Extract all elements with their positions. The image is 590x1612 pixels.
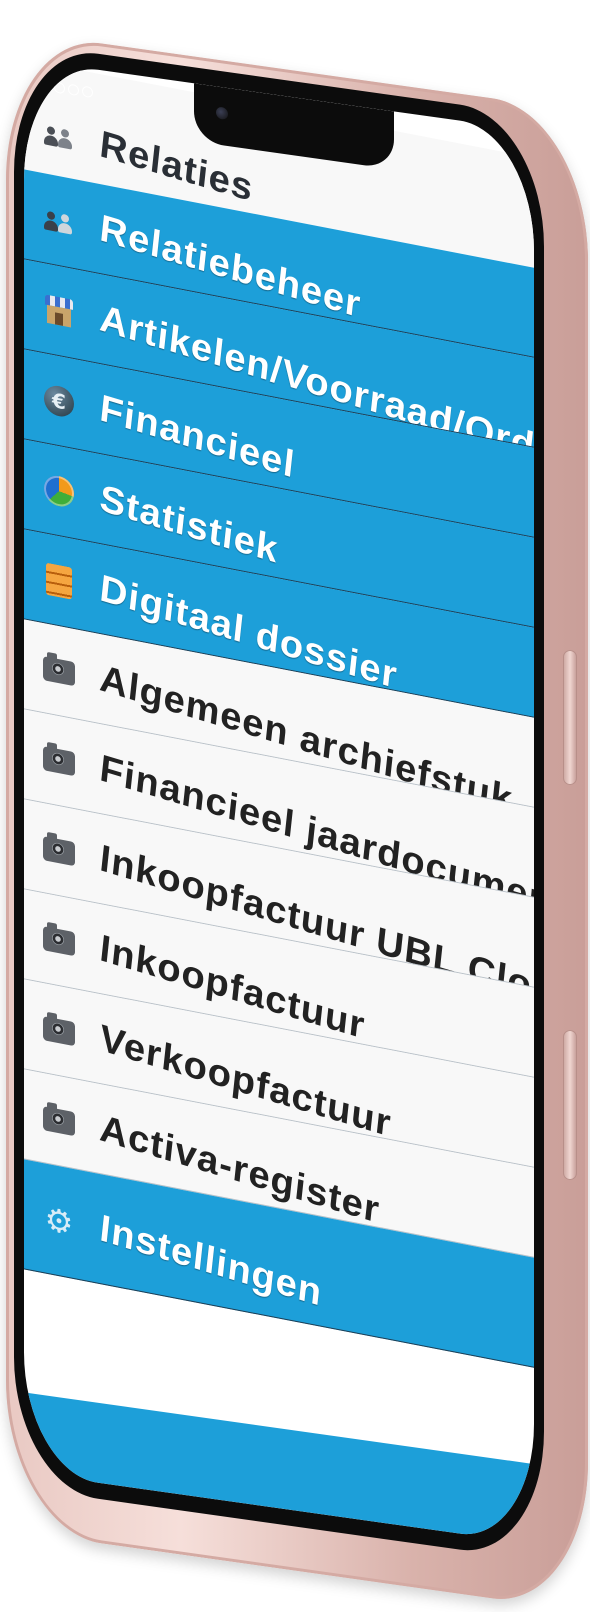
camera-icon xyxy=(42,650,76,691)
camera-icon xyxy=(42,1100,76,1141)
menu-item-label: Instellingen xyxy=(97,1207,325,1315)
phone-screen: Relaties Relatiebeheer Artikelen/Voorraa… xyxy=(24,59,534,1545)
people-icon xyxy=(42,116,76,157)
volume-button xyxy=(563,650,577,785)
shop-icon xyxy=(42,290,76,331)
camera-icon xyxy=(42,920,76,961)
pie-chart-icon xyxy=(42,470,76,511)
archive-icon xyxy=(42,560,76,601)
people-icon xyxy=(42,200,76,241)
front-camera-icon xyxy=(216,106,228,121)
power-button xyxy=(563,1030,577,1180)
phone-bezel: Relaties Relatiebeheer Artikelen/Voorraa… xyxy=(14,42,544,1562)
camera-icon xyxy=(42,1010,76,1051)
main-menu: Relaties Relatiebeheer Artikelen/Voorraa… xyxy=(24,59,534,1368)
camera-icon xyxy=(42,830,76,871)
euro-icon: € xyxy=(42,380,76,421)
camera-icon xyxy=(42,740,76,781)
gear-icon: ⚙ xyxy=(44,1198,74,1243)
